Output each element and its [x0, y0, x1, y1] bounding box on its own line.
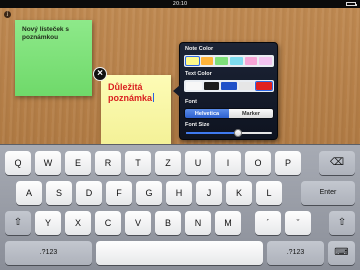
font-size-slider[interactable] — [186, 129, 272, 137]
note-color-label: Note Color — [185, 46, 214, 52]
font-label: Font — [185, 99, 197, 105]
note-color-picker — [184, 55, 274, 67]
text-color-swatch[interactable] — [186, 82, 202, 90]
note-color-swatch[interactable] — [259, 57, 273, 65]
key-p[interactable]: P — [275, 151, 301, 175]
battery-icon — [346, 2, 357, 6]
key-q[interactable]: Q — [5, 151, 31, 175]
key-r[interactable]: R — [95, 151, 121, 175]
note-color-swatch[interactable] — [185, 56, 200, 66]
shift-key-right[interactable]: ⇧ — [329, 211, 355, 235]
font-option-helvetica[interactable]: Helvetica — [185, 109, 229, 118]
key-j[interactable]: J — [196, 181, 222, 205]
note-color-swatch[interactable] — [200, 57, 214, 65]
key-w[interactable]: W — [35, 151, 61, 175]
sticky-note-green[interactable]: Nový lísteček s poznámkou — [15, 20, 92, 96]
key-z[interactable]: Z — [155, 151, 181, 175]
text-color-swatch[interactable] — [238, 82, 255, 90]
space-bar[interactable] — [96, 241, 263, 265]
sticky-note-yellow[interactable]: Důležitá poznámka — [101, 75, 171, 145]
note-style-popover: Note Color Text Color Font Helvetica Mar… — [173, 42, 278, 140]
font-size-slider-thumb[interactable] — [233, 129, 242, 137]
key-t[interactable]: T — [125, 151, 151, 175]
font-size-label: Font Size — [185, 122, 210, 128]
key-i[interactable]: I — [215, 151, 241, 175]
shift-icon: ⇧ — [13, 217, 23, 228]
hide-keyboard-key[interactable]: ⌨ — [328, 241, 355, 265]
key-n[interactable]: N — [185, 211, 211, 235]
key-s[interactable]: S — [46, 181, 72, 205]
note-text: Nový lísteček s poznámkou — [22, 26, 69, 41]
key-d[interactable]: D — [76, 181, 102, 205]
onscreen-keyboard: Q W E R T Z U I O P ⌫ A S D F G H J K L … — [0, 144, 360, 270]
key-g[interactable]: G — [136, 181, 162, 205]
key-x[interactable]: X — [65, 211, 91, 235]
font-segmented-control: Helvetica Marker — [184, 108, 274, 119]
text-color-swatch[interactable] — [255, 81, 273, 91]
keyboard-icon: ⌨ — [334, 247, 349, 258]
font-size-slider-fill — [186, 132, 238, 134]
status-bar: 20:10 — [0, 0, 360, 8]
key-m[interactable]: M — [215, 211, 241, 235]
key-y[interactable]: Y — [35, 211, 61, 235]
key-e[interactable]: E — [65, 151, 91, 175]
text-cursor — [153, 93, 155, 102]
key-l[interactable]: L — [256, 181, 282, 205]
status-time: 20:10 — [172, 1, 188, 7]
shift-icon: ⇧ — [337, 217, 347, 228]
backspace-icon: ⌫ — [329, 157, 345, 168]
numbers-key-left[interactable]: .?123 — [5, 241, 92, 265]
note-text[interactable]: Důležitá poznámka — [108, 82, 152, 103]
key-u[interactable]: U — [185, 151, 211, 175]
numbers-key-right[interactable]: .?123 — [267, 241, 324, 265]
key-acute-accent[interactable]: ´ — [255, 211, 281, 235]
key-caron[interactable]: ˇ — [285, 211, 311, 235]
text-color-label: Text Color — [185, 71, 212, 77]
key-f[interactable]: F — [106, 181, 132, 205]
key-o[interactable]: O — [245, 151, 271, 175]
delete-note-button[interactable]: × — [93, 67, 107, 81]
info-button[interactable]: i — [4, 11, 11, 18]
font-option-marker[interactable]: Marker — [229, 109, 273, 118]
note-color-swatch[interactable] — [244, 57, 258, 65]
note-color-swatch[interactable] — [215, 57, 229, 65]
enter-key[interactable]: Enter — [301, 181, 355, 205]
text-color-swatch[interactable] — [203, 82, 220, 90]
shift-key-left[interactable]: ⇧ — [5, 211, 31, 235]
key-c[interactable]: C — [95, 211, 121, 235]
key-v[interactable]: V — [125, 211, 151, 235]
backspace-key[interactable]: ⌫ — [319, 151, 355, 175]
note-color-swatch[interactable] — [230, 57, 243, 65]
key-b[interactable]: B — [155, 211, 181, 235]
key-k[interactable]: K — [226, 181, 252, 205]
text-color-picker — [184, 80, 274, 92]
key-a[interactable]: A — [16, 181, 42, 205]
text-color-swatch[interactable] — [221, 82, 237, 90]
key-h[interactable]: H — [166, 181, 192, 205]
